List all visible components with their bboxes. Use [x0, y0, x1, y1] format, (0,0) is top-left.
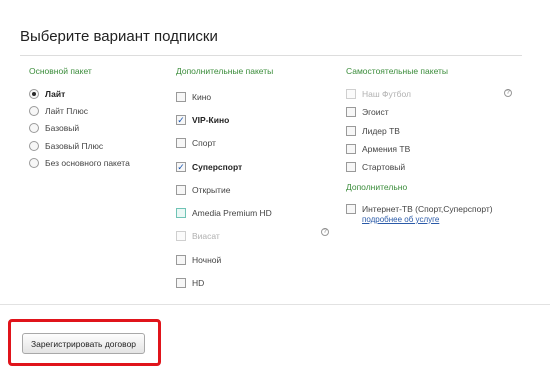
extra-option-supersport[interactable]: ✓ Суперспорт	[176, 155, 341, 178]
main-option-lite[interactable]: Лайт	[29, 85, 169, 102]
radio-selected-icon[interactable]	[29, 88, 39, 99]
page-title: Выберите вариант подписки	[20, 28, 218, 45]
extra-option-kino[interactable]: Кино	[176, 85, 341, 108]
extra-packages-column: Дополнительные пакеты Кино ✓ VIP-Кино Сп…	[176, 66, 341, 295]
standalone-packages-column: Самостоятельные пакеты Наш Футбол ? Эгои…	[346, 66, 516, 224]
radio-icon[interactable]	[29, 106, 39, 117]
main-package-header: Основной пакет	[29, 66, 92, 76]
standalone-option-startoviy[interactable]: Стартовый	[346, 158, 516, 176]
checkbox-icon[interactable]	[346, 144, 356, 155]
extra-option-sport[interactable]: Спорт	[176, 132, 341, 155]
title-divider	[20, 55, 522, 56]
extra-option-nochnoy[interactable]: Ночной	[176, 248, 341, 271]
checkbox-checked-icon[interactable]: ✓	[176, 114, 186, 125]
main-option-lite-plus[interactable]: Лайт Плюс	[29, 102, 169, 119]
main-option-basic-plus[interactable]: Базовый Плюс	[29, 137, 169, 154]
extra-option-vip-kino[interactable]: ✓ VIP-Кино	[176, 108, 341, 131]
checkbox-icon[interactable]	[346, 125, 356, 136]
checkbox-icon[interactable]	[346, 203, 356, 214]
extra-option-amedia[interactable]: Amedia Premium HD	[176, 201, 341, 224]
extra-packages-header: Дополнительные пакеты	[176, 66, 274, 76]
radio-icon[interactable]	[29, 158, 39, 169]
checkbox-icon[interactable]	[176, 184, 186, 195]
standalone-option-nash-futbol: Наш Футбол ?	[346, 85, 516, 103]
checkbox-checked-icon[interactable]: ✓	[176, 161, 186, 172]
help-icon[interactable]: ?	[504, 89, 512, 97]
extra-option-otkrytie[interactable]: Открытие	[176, 178, 341, 201]
checkbox-icon[interactable]	[176, 254, 186, 265]
checkbox-icon[interactable]	[346, 107, 356, 118]
checkbox-icon[interactable]	[176, 91, 186, 102]
extra-option-viasat: Виасат ?	[176, 225, 341, 248]
bottom-divider	[0, 304, 550, 305]
additional-header: Дополнительно	[346, 182, 408, 193]
checkbox-icon[interactable]	[346, 162, 356, 173]
checkbox-icon[interactable]	[176, 208, 186, 219]
standalone-packages-header: Самостоятельные пакеты	[346, 66, 449, 76]
radio-icon[interactable]	[29, 140, 39, 151]
checkbox-disabled-icon	[346, 89, 356, 100]
radio-icon[interactable]	[29, 123, 39, 134]
checkbox-icon[interactable]	[176, 138, 186, 149]
checkbox-icon[interactable]	[176, 278, 186, 289]
standalone-option-armenia-tv[interactable]: Армения ТВ	[346, 140, 516, 158]
register-contract-button[interactable]: Зарегистрировать договор	[22, 333, 145, 354]
main-option-none[interactable]: Без основного пакета	[29, 155, 169, 172]
checkbox-disabled-icon	[176, 231, 186, 242]
additional-option-internet-tv[interactable]: Интернет-ТВ (Спорт,Суперспорт)	[346, 199, 516, 217]
extra-option-hd[interactable]: HD	[176, 271, 341, 294]
main-option-basic[interactable]: Базовый	[29, 120, 169, 137]
standalone-option-lider-tv[interactable]: Лидер ТВ	[346, 122, 516, 140]
standalone-option-egoist[interactable]: Эгоист	[346, 103, 516, 121]
help-icon[interactable]: ?	[321, 227, 329, 236]
main-package-column: Основной пакет Лайт Лайт Плюс Базовый Ба…	[29, 66, 169, 172]
